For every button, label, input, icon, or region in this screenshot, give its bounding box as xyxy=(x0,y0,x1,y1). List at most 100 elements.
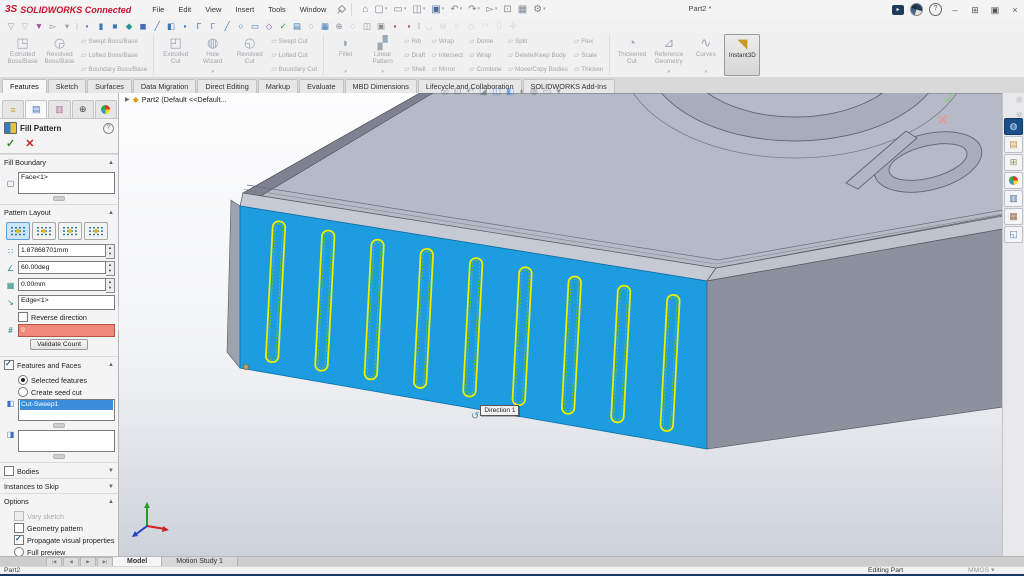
polygon-tool-icon[interactable]: ○ xyxy=(234,20,248,33)
hole-wizard-button[interactable]: ◍Hole Wizard▾ xyxy=(194,34,231,76)
direction-callout[interactable]: ↺ Direction 1 xyxy=(471,405,519,422)
sketch-line-icon[interactable]: ▮ xyxy=(94,20,108,33)
spinner[interactable]: ▲▼ xyxy=(106,244,115,259)
resize-handle[interactable] xyxy=(53,196,65,201)
polygon-layout-button[interactable] xyxy=(84,222,108,240)
filter-down-icon[interactable]: ▽ xyxy=(4,20,18,33)
swept-boss-base-button[interactable]: ▱Swept Boss/Base xyxy=(81,37,147,45)
view-settings-icon[interactable]: ▭ xyxy=(543,85,552,97)
sketch-point-icon[interactable]: • xyxy=(80,20,94,33)
image-tool-icon[interactable]: ▣ xyxy=(374,20,388,33)
menu-insert[interactable]: Insert xyxy=(228,2,261,17)
filter-alt-icon[interactable]: ▽ xyxy=(18,20,32,33)
mirror-button[interactable]: ▱Mirror xyxy=(432,65,464,73)
configurationmanager-tab[interactable]: ▥ xyxy=(48,100,70,118)
file-explorer-tab-icon[interactable]: ▤ xyxy=(1004,136,1023,153)
command-prompt-icon[interactable]: ▸ xyxy=(892,5,904,15)
instance-spacing-input[interactable] xyxy=(18,244,106,257)
tab-evaluate[interactable]: Evaluate xyxy=(299,79,343,93)
fill-boundary-header[interactable]: Fill Boundary ▲ xyxy=(0,154,118,169)
full-preview-radio[interactable] xyxy=(14,547,24,556)
small-dot-icon[interactable]: ▪ xyxy=(178,20,192,33)
thicken-button[interactable]: ▱Thicken xyxy=(574,65,603,73)
blue-square-icon[interactable]: ■ xyxy=(108,20,122,33)
caret-icon[interactable]: ▾ xyxy=(60,20,74,33)
validate-count-button[interactable]: Validate Count xyxy=(30,339,88,350)
view-arc-icon[interactable]: ◡ xyxy=(422,20,436,33)
ok-button[interactable]: ✓ xyxy=(6,137,15,150)
menu-edit[interactable]: Edit xyxy=(171,2,198,17)
new-document-icon[interactable]: ▢▾ xyxy=(372,3,389,16)
corner-tool-icon[interactable]: Γ xyxy=(192,20,206,33)
section-view-icon[interactable]: ◪ xyxy=(479,85,488,97)
threedexperience-tab-icon[interactable]: ◍ xyxy=(1004,118,1023,135)
resize-handle[interactable] xyxy=(53,454,65,459)
magnifier-icon[interactable]: ◌ xyxy=(346,20,360,33)
propertymanager-tab[interactable]: ▤ xyxy=(25,100,47,118)
view-settings-caret[interactable]: ▾ xyxy=(556,85,561,97)
split-button[interactable]: ▱Split xyxy=(508,37,568,45)
help-icon[interactable]: ? xyxy=(103,123,114,134)
rib-button[interactable]: ▱Rib xyxy=(404,37,425,45)
vertex-marker[interactable] xyxy=(243,364,248,369)
boundary-cut-button[interactable]: ▱Boundary Cut xyxy=(271,65,317,73)
options-gear-icon[interactable]: ⚙▾ xyxy=(531,3,547,16)
half-square-icon[interactable]: ◧ xyxy=(164,20,178,33)
collapse-chevron-icon[interactable]: ▲ xyxy=(108,210,114,216)
margin-input[interactable] xyxy=(18,278,106,291)
shape-plus-icon[interactable]: ✛ xyxy=(506,20,520,33)
revolved-cut-button[interactable]: ◵Revolved Cut xyxy=(231,34,268,76)
expand-arrow-icon[interactable]: ▶ xyxy=(125,96,130,103)
instances-to-skip-header[interactable]: Instances to Skip ▼ xyxy=(0,478,118,493)
tab-sketch[interactable]: Sketch xyxy=(48,79,86,93)
shape-oval-icon[interactable]: ⬯ xyxy=(492,20,506,33)
pin-menu-icon[interactable] xyxy=(335,5,345,15)
check-tool-icon[interactable]: ✓ xyxy=(276,20,290,33)
dome-button[interactable]: ▱Dome xyxy=(469,37,502,45)
collapse-chevron-icon[interactable]: ▲ xyxy=(108,160,114,166)
featuremanager-tree-tab[interactable]: ≡ xyxy=(2,100,24,118)
shell-button[interactable]: ▱Shell xyxy=(404,65,425,73)
instant3d-button[interactable]: ◥Instant3D xyxy=(724,34,760,76)
close-button[interactable]: × xyxy=(1008,1,1022,19)
combine-button[interactable]: ▱Combine xyxy=(469,65,502,73)
diamond-tool-icon[interactable]: ◇ xyxy=(262,20,276,33)
wrap-button[interactable]: ▱Wrap xyxy=(469,51,502,59)
restore-button[interactable]: ▣ xyxy=(988,1,1002,19)
open-document-icon[interactable]: ▭▾ xyxy=(391,3,408,16)
blue-cube-icon[interactable]: ◼ xyxy=(136,20,150,33)
appearances-tab-icon[interactable] xyxy=(1004,172,1023,189)
attach-icon[interactable]: ⊡ xyxy=(501,3,513,16)
caret-down-icon[interactable]: ▾ xyxy=(211,69,214,75)
polyline-icon[interactable]: Γ xyxy=(206,20,220,33)
reference-geometry-button[interactable]: ⊿Reference Geometry▾ xyxy=(650,34,687,76)
circular-layout-button[interactable] xyxy=(32,222,56,240)
minimize-button[interactable]: – xyxy=(948,1,962,19)
tab-direct-editing[interactable]: Direct Editing xyxy=(197,79,256,93)
draft-button[interactable]: ▱Draft xyxy=(404,51,425,59)
graphics-viewport[interactable]: ▶ ◆ Part2 (Default <<Default... ◎⊡↶◪◫◧◐◍… xyxy=(119,93,1003,556)
perforation-layout-button[interactable] xyxy=(6,222,30,240)
lofted-cut-button[interactable]: ▱Lofted Cut xyxy=(271,51,317,59)
toolbox-tab-icon[interactable]: ▦ xyxy=(1004,208,1023,225)
intersect-button[interactable]: ▱Intersect xyxy=(432,51,464,59)
zoom-area-icon[interactable]: ⊡ xyxy=(454,85,462,97)
sheet-icon[interactable]: ▦ xyxy=(516,3,529,16)
bodies-header[interactable]: Bodies ▼ xyxy=(0,462,118,478)
grid-tool-icon[interactable]: ▦ xyxy=(318,20,332,33)
filter-magenta-icon[interactable]: ▼ xyxy=(32,20,46,33)
caret-down-icon[interactable]: ▾ xyxy=(381,69,384,75)
menu-file[interactable]: File xyxy=(145,2,171,17)
print-icon[interactable]: ▣▾ xyxy=(429,3,446,16)
features-and-faces-header[interactable]: Features and Faces ▲ xyxy=(0,356,118,372)
geometry-pattern-checkbox[interactable] xyxy=(14,523,24,533)
linear-pattern-button[interactable]: ▞Linear Pattern▾ xyxy=(364,34,401,76)
revolved-boss-base-button[interactable]: ◶Revolved Boss/Base xyxy=(41,34,78,76)
pin-tool-icon[interactable]: ▪ xyxy=(388,20,402,33)
rect-tool-icon[interactable]: ▭ xyxy=(248,20,262,33)
lofted-boss-base-button[interactable]: ▱Lofted Boss/Base xyxy=(81,51,147,59)
user-avatar[interactable] xyxy=(910,3,923,16)
menu-window[interactable]: Window xyxy=(293,2,334,17)
tab-mbd-dimensions[interactable]: MBD Dimensions xyxy=(345,79,417,93)
instance-count-input[interactable] xyxy=(18,324,115,337)
